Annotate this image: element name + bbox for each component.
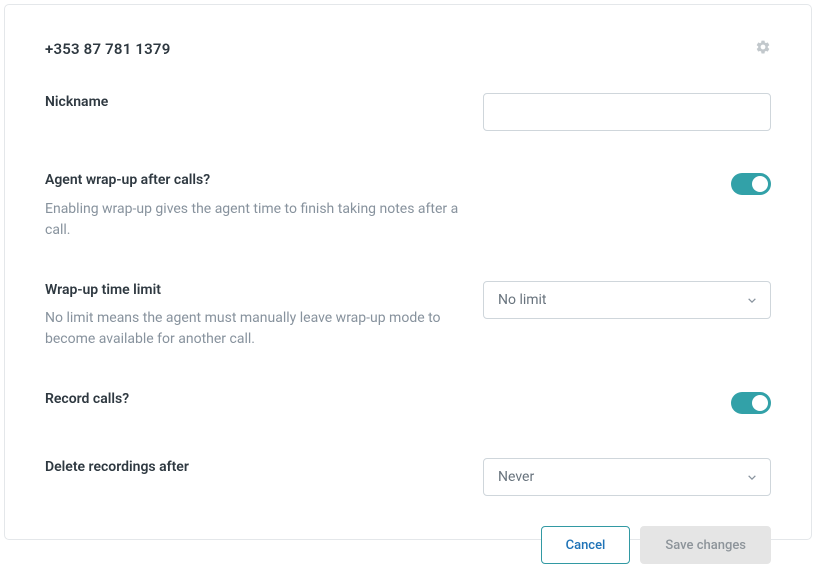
- delete-recordings-select-wrap: Never: [483, 458, 771, 496]
- panel-header: +353 87 781 1379: [45, 39, 771, 59]
- wrapup-label-wrap: Agent wrap-up after calls? Enabling wrap…: [45, 171, 465, 241]
- wrapup-row: Agent wrap-up after calls? Enabling wrap…: [45, 171, 771, 241]
- record-calls-label-wrap: Record calls?: [45, 390, 465, 410]
- wrapup-limit-description: No limit means the agent must manually l…: [45, 308, 465, 350]
- delete-recordings-label-wrap: Delete recordings after: [45, 458, 465, 478]
- save-button[interactable]: Save changes: [640, 526, 771, 564]
- save-button-label: Save changes: [665, 538, 746, 553]
- record-calls-label: Record calls?: [45, 390, 465, 410]
- wrapup-limit-select[interactable]: No limit: [483, 281, 771, 319]
- footer: Cancel Save changes: [45, 516, 771, 564]
- wrapup-limit-label-wrap: Wrap-up time limit No limit means the ag…: [45, 281, 465, 351]
- nickname-label-wrap: Nickname: [45, 93, 465, 113]
- wrapup-label: Agent wrap-up after calls?: [45, 171, 465, 191]
- wrapup-toggle-wrap: [483, 171, 771, 195]
- cancel-button[interactable]: Cancel: [541, 526, 631, 564]
- wrapup-toggle[interactable]: [731, 173, 771, 195]
- nickname-label: Nickname: [45, 93, 465, 113]
- delete-recordings-label: Delete recordings after: [45, 458, 465, 478]
- nickname-row: Nickname: [45, 93, 771, 131]
- gear-icon[interactable]: [755, 39, 771, 59]
- delete-recordings-select-wrapper: Never: [483, 458, 771, 496]
- record-calls-row: Record calls?: [45, 390, 771, 414]
- delete-recordings-row: Delete recordings after Never: [45, 458, 771, 496]
- wrapup-limit-value: No limit: [498, 292, 547, 308]
- delete-recordings-value: Never: [498, 469, 534, 485]
- settings-panel: +353 87 781 1379 Nickname Agent wrap-up …: [4, 4, 812, 540]
- wrapup-limit-select-wrapper: No limit: [483, 281, 771, 319]
- record-calls-toggle-knob: [752, 395, 768, 411]
- wrapup-limit-row: Wrap-up time limit No limit means the ag…: [45, 281, 771, 351]
- wrapup-toggle-knob: [752, 176, 768, 192]
- wrapup-limit-label: Wrap-up time limit: [45, 281, 465, 301]
- cancel-button-label: Cancel: [566, 538, 606, 553]
- record-calls-toggle[interactable]: [731, 392, 771, 414]
- phone-number: +353 87 781 1379: [45, 40, 170, 58]
- wrapup-limit-select-wrap: No limit: [483, 281, 771, 319]
- delete-recordings-select[interactable]: Never: [483, 458, 771, 496]
- nickname-input[interactable]: [483, 93, 771, 131]
- nickname-input-wrap: [483, 93, 771, 131]
- wrapup-description: Enabling wrap-up gives the agent time to…: [45, 199, 465, 241]
- record-calls-toggle-wrap: [483, 390, 771, 414]
